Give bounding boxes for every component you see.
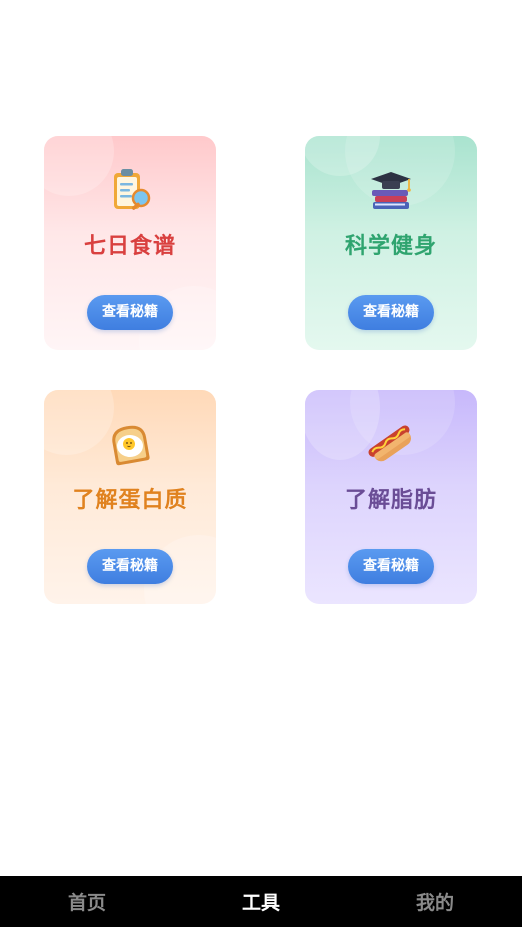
books-graduation-cap-icon	[371, 172, 411, 209]
card-title: 了解脂肪	[344, 488, 437, 513]
card-scientific-fitness[interactable]: 科学健身 查看秘籍	[305, 136, 477, 350]
clipboard-icon	[114, 169, 151, 210]
bottom-navigation: 首页 工具 我的	[0, 876, 522, 927]
nav-item-home[interactable]: 首页	[0, 888, 174, 915]
card-title: 了解蛋白质	[72, 488, 188, 513]
card-learn-protein[interactable]: 了解蛋白质 查看秘籍	[44, 390, 216, 604]
tools-page: 七日食谱 查看秘籍 科学健身 查看秘籍 了解蛋白质 查看秘籍 了解脂肪 查看秘籍…	[0, 0, 522, 927]
card-learn-fat[interactable]: 了解脂肪 查看秘籍	[305, 390, 477, 604]
view-secrets-button[interactable]: 查看秘籍	[87, 549, 173, 584]
view-secrets-button[interactable]: 查看秘籍	[87, 295, 173, 330]
egg-toast-icon	[112, 425, 150, 466]
view-secrets-button[interactable]: 查看秘籍	[348, 549, 434, 584]
nav-item-mine[interactable]: 我的	[348, 888, 522, 915]
hotdog-icon	[368, 425, 411, 462]
card-seven-day-recipe[interactable]: 七日食谱 查看秘籍	[44, 136, 216, 350]
card-title: 科学健身	[344, 234, 437, 259]
nav-item-tools[interactable]: 工具	[174, 888, 348, 915]
view-secrets-button[interactable]: 查看秘籍	[348, 295, 434, 330]
card-title: 七日食谱	[83, 234, 176, 259]
